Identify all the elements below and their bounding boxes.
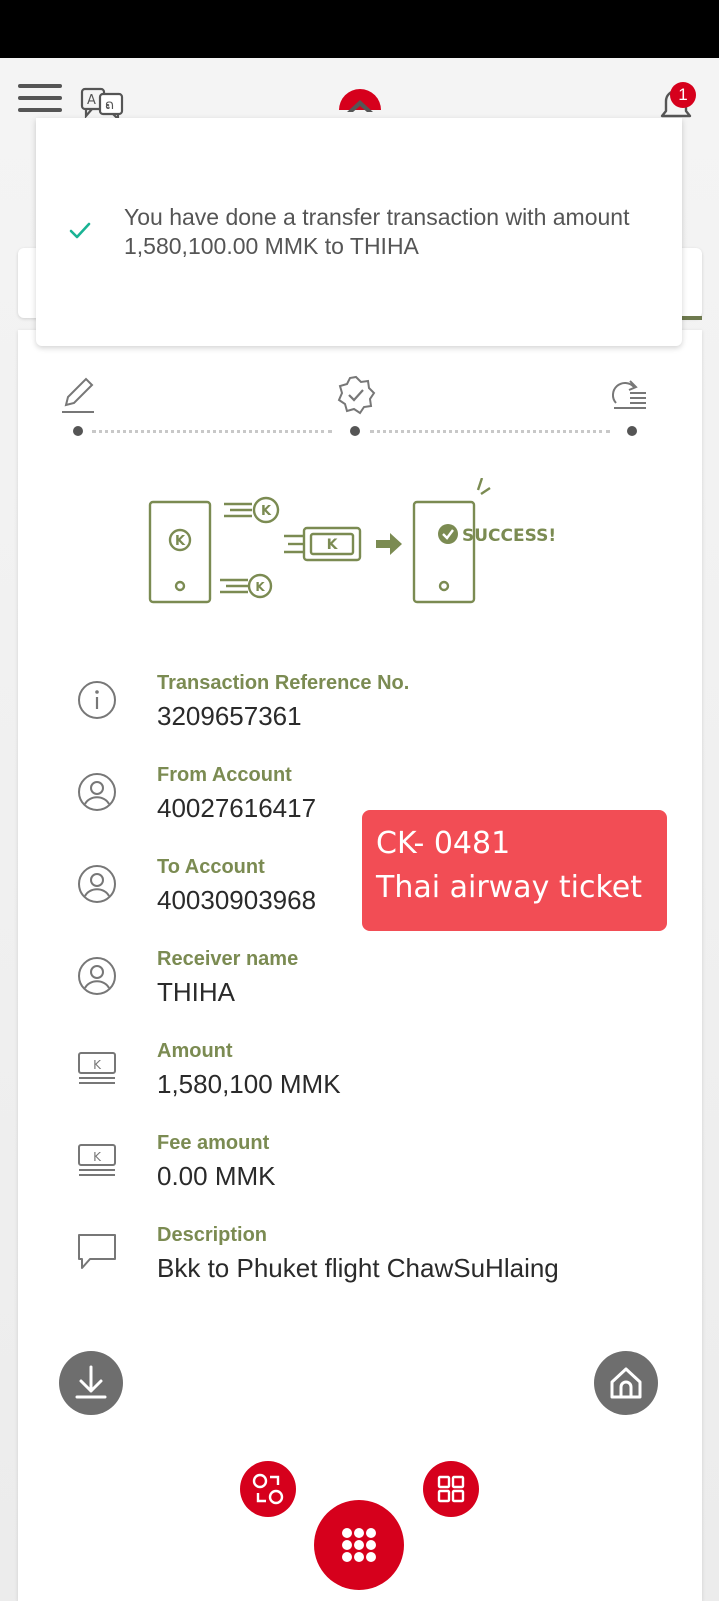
step-connector-2 <box>370 430 610 433</box>
money-icon: K <box>78 1144 116 1176</box>
user-icon <box>78 957 116 995</box>
detail-label-reference: Transaction Reference No. <box>157 672 410 694</box>
detail-value-reference: 3209657361 <box>157 701 302 731</box>
annotation-line-1: CK- 0481 <box>376 826 511 861</box>
detail-value-description: Bkk to Phuket flight ChawSuHlaing <box>157 1253 559 1283</box>
detail-label-amount: Amount <box>157 1040 233 1062</box>
verify-badge-icon <box>337 375 376 415</box>
transfer-success-illustration: K K K K SUCCESS! <box>148 478 556 604</box>
coin-letter: K <box>327 537 339 553</box>
annotation-sticker: CK- 0481 Thai airway ticket <box>362 810 667 931</box>
step-dot-2 <box>350 426 360 436</box>
coin-letter: K <box>261 504 272 519</box>
language-switch-icon[interactable]: A ຄ <box>80 86 126 120</box>
notification-badge: 1 <box>670 82 696 108</box>
detail-value-fee: 0.00 MMK <box>157 1161 276 1191</box>
toast-message: You have done a transfer transaction wit… <box>124 204 630 259</box>
background-card-accent <box>680 316 702 320</box>
main-menu-button[interactable] <box>314 1500 404 1590</box>
edit-pencil-icon <box>62 377 94 413</box>
hamburger-menu-icon[interactable] <box>18 84 62 116</box>
check-icon <box>69 222 91 239</box>
svg-text:K: K <box>93 1058 102 1072</box>
detail-value-receiver: THIHA <box>157 977 235 1007</box>
step-connector-1 <box>92 430 332 433</box>
detail-label-description: Description <box>157 1224 268 1246</box>
info-icon <box>78 681 116 719</box>
transfer-swap-icon <box>252 1473 284 1505</box>
transfer-done-icon <box>611 380 646 409</box>
status-bar <box>0 0 719 58</box>
detail-label-from-account: From Account <box>157 764 292 786</box>
grid-menu-icon <box>342 1528 376 1562</box>
detail-value-from-account: 40027616417 <box>157 793 317 823</box>
svg-text:A: A <box>87 93 96 108</box>
svg-text:K: K <box>93 1150 102 1164</box>
step-dot-3 <box>627 426 637 436</box>
money-icon: K <box>78 1052 116 1084</box>
annotation-line-2: Thai airway ticket <box>376 870 642 905</box>
coin-letter: K <box>175 534 186 549</box>
svg-text:ຄ: ຄ <box>105 98 114 113</box>
qr-nav-button[interactable] <box>423 1461 479 1517</box>
home-button[interactable] <box>594 1351 658 1415</box>
download-button[interactable] <box>59 1351 123 1415</box>
transfer-nav-button[interactable] <box>240 1461 296 1517</box>
detail-label-receiver: Receiver name <box>157 948 299 970</box>
bank-logo-icon[interactable] <box>335 80 385 120</box>
success-text: SUCCESS! <box>462 526 556 546</box>
coin-letter: K <box>255 580 265 594</box>
user-icon <box>78 865 116 903</box>
download-icon <box>75 1365 107 1399</box>
user-icon <box>78 773 116 811</box>
detail-label-to-account: To Account <box>157 856 265 878</box>
qr-code-icon <box>437 1475 465 1503</box>
detail-label-fee: Fee amount <box>157 1132 270 1154</box>
step-dot-1 <box>73 426 83 436</box>
comment-icon <box>78 1234 116 1269</box>
detail-value-amount: 1,580,100 MMK <box>157 1069 341 1099</box>
detail-value-to-account: 40030903968 <box>157 885 317 915</box>
home-icon <box>610 1367 642 1399</box>
